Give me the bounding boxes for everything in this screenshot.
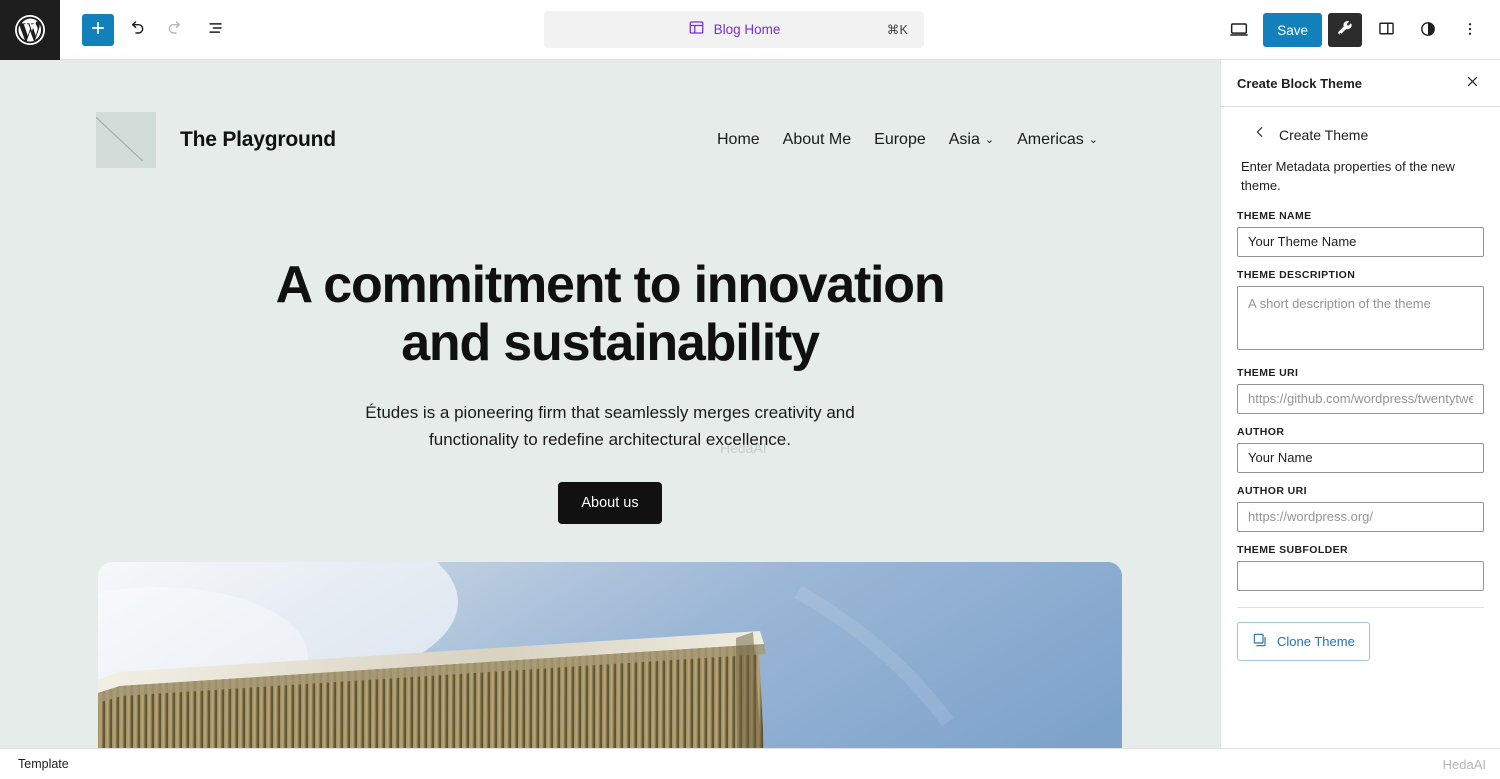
close-sidebar-button[interactable] bbox=[1458, 69, 1486, 97]
back-label: Create Theme bbox=[1279, 126, 1369, 143]
image-placeholder-icon[interactable] bbox=[96, 112, 156, 168]
nav-item-home[interactable]: Home bbox=[717, 131, 760, 149]
device-preview-button[interactable] bbox=[1221, 12, 1257, 48]
chevron-down-icon: ⌄ bbox=[984, 133, 995, 146]
redo-button[interactable] bbox=[158, 12, 194, 48]
contrast-circle-icon bbox=[1418, 19, 1438, 42]
hero-section: A commitment to innovation and sustainab… bbox=[0, 168, 1220, 748]
site-navigation: Home About Me Europe Asia ⌄ Americas ⌄ bbox=[717, 131, 1156, 149]
field-theme-subfolder: Theme Subfolder bbox=[1237, 544, 1484, 591]
about-us-button[interactable]: About us bbox=[558, 481, 662, 524]
nav-label: Europe bbox=[874, 131, 926, 148]
theme-name-input[interactable] bbox=[1237, 226, 1484, 257]
wordpress-logo-icon bbox=[12, 12, 48, 48]
site-branding[interactable]: The Playground bbox=[96, 112, 336, 168]
three-dots-vertical-icon bbox=[1461, 20, 1479, 41]
top-bar-left-tools bbox=[60, 12, 234, 48]
field-theme-uri: Theme URI bbox=[1237, 367, 1484, 414]
theme-description-textarea[interactable] bbox=[1237, 285, 1484, 350]
copy-icon bbox=[1252, 632, 1268, 651]
sidebar-toggle-button[interactable] bbox=[1368, 12, 1404, 48]
theme-subfolder-input[interactable] bbox=[1237, 560, 1484, 591]
hero-image[interactable] bbox=[98, 561, 1122, 748]
status-watermark: HedaAI bbox=[1442, 756, 1486, 772]
sidebar-panel-icon bbox=[1376, 18, 1397, 42]
clone-theme-button[interactable]: Clone Theme bbox=[1237, 621, 1370, 661]
status-template-label: Template bbox=[18, 757, 69, 771]
field-author: Author bbox=[1237, 426, 1484, 473]
architectural-roof-photo bbox=[98, 561, 1122, 748]
clone-theme-label: Clone Theme bbox=[1277, 633, 1355, 649]
add-block-button[interactable] bbox=[82, 13, 114, 46]
nav-label: Americas bbox=[1017, 131, 1084, 148]
command-palette-shortcut: ⌘K bbox=[886, 23, 908, 37]
block-editor-app: Blog Home ⌘K Save The Playground Home Ab… bbox=[0, 0, 1500, 779]
sidebar-intro-text: Enter Metadata properties of the new the… bbox=[1241, 159, 1455, 193]
command-palette-label: Blog Home bbox=[713, 22, 781, 37]
editor-top-bar: Blog Home ⌘K Save bbox=[0, 0, 1500, 60]
field-theme-description: Theme Description bbox=[1237, 269, 1484, 355]
nav-label: Home bbox=[716, 131, 760, 148]
nav-item-asia[interactable]: Asia ⌄ bbox=[949, 131, 994, 149]
settings-wrench-button[interactable] bbox=[1328, 13, 1362, 47]
nav-item-about-me[interactable]: About Me bbox=[783, 131, 851, 149]
nav-label: About Me bbox=[782, 131, 852, 148]
site-title[interactable]: The Playground bbox=[180, 128, 336, 152]
plus-icon bbox=[89, 19, 107, 40]
document-outline-icon bbox=[206, 18, 226, 41]
undo-button[interactable] bbox=[118, 12, 154, 48]
sidebar-divider bbox=[1237, 606, 1484, 608]
device-preview-icon bbox=[1228, 18, 1250, 43]
author-uri-input[interactable] bbox=[1237, 501, 1484, 532]
undo-icon bbox=[126, 18, 146, 41]
label-theme-name: Theme Name bbox=[1237, 209, 1312, 222]
styles-button[interactable] bbox=[1410, 12, 1446, 48]
chevron-left-icon bbox=[1253, 125, 1267, 144]
redo-icon bbox=[166, 18, 186, 41]
label-theme-description: Theme Description bbox=[1237, 268, 1356, 281]
command-palette-button[interactable]: Blog Home ⌘K bbox=[544, 11, 924, 48]
back-to-create-theme-button[interactable]: Create Theme bbox=[1237, 107, 1484, 158]
editor-status-bar: Template HedaAI bbox=[0, 748, 1500, 779]
list-view-button[interactable] bbox=[198, 12, 234, 48]
sidebar-header: Create Block Theme bbox=[1221, 60, 1500, 107]
top-bar-right-tools: Save bbox=[1221, 0, 1488, 60]
save-button[interactable]: Save bbox=[1263, 13, 1322, 47]
nav-item-europe[interactable]: Europe bbox=[874, 131, 926, 149]
editor-body: The Playground Home About Me Europe Asia… bbox=[0, 60, 1500, 748]
wrench-icon bbox=[1336, 20, 1354, 41]
template-icon bbox=[688, 19, 705, 41]
create-block-theme-sidebar: Create Block Theme Create Theme Enter Me… bbox=[1220, 60, 1500, 748]
hero-paragraph[interactable]: Études is a pioneering firm that seamles… bbox=[360, 400, 860, 453]
nav-item-americas[interactable]: Americas ⌄ bbox=[1017, 131, 1098, 149]
hero-heading[interactable]: A commitment to innovation and sustainab… bbox=[260, 256, 960, 372]
field-author-uri: Author URI bbox=[1237, 485, 1484, 532]
label-author: Author bbox=[1237, 425, 1285, 438]
close-icon bbox=[1465, 74, 1480, 92]
nav-label: Asia bbox=[948, 131, 980, 148]
label-author-uri: Author URI bbox=[1237, 484, 1307, 497]
field-theme-name: Theme Name bbox=[1237, 210, 1484, 257]
theme-uri-input[interactable] bbox=[1237, 383, 1484, 414]
sidebar-title: Create Block Theme bbox=[1237, 75, 1362, 91]
more-options-button[interactable] bbox=[1452, 12, 1488, 48]
label-theme-subfolder: Theme Subfolder bbox=[1237, 543, 1348, 556]
wordpress-logo-button[interactable] bbox=[0, 0, 60, 60]
chevron-down-icon: ⌄ bbox=[1088, 133, 1098, 146]
sidebar-content: Create Theme Enter Metadata properties o… bbox=[1221, 107, 1500, 748]
author-input[interactable] bbox=[1237, 442, 1484, 473]
editor-canvas[interactable]: The Playground Home About Me Europe Asia… bbox=[0, 60, 1220, 748]
label-theme-uri: Theme URI bbox=[1237, 366, 1299, 379]
site-header: The Playground Home About Me Europe Asia… bbox=[0, 60, 1220, 168]
